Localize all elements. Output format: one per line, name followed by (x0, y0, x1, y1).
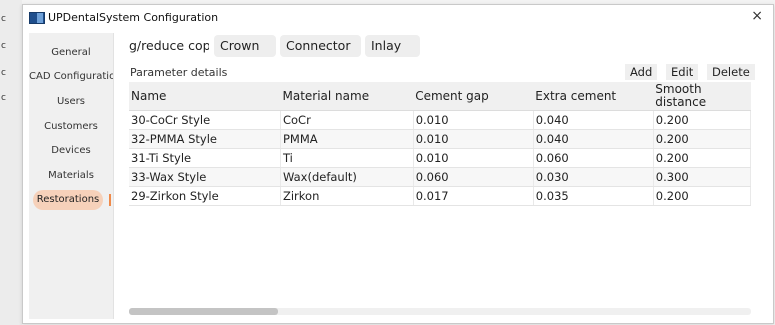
sidebar-item-materials[interactable]: Materials (29, 166, 113, 186)
cell-name: 29-Zirkon Style (129, 186, 281, 206)
title-bar[interactable]: UPDentalSystem Configuration × (23, 5, 773, 29)
table-row[interactable]: 31-Ti Style Ti 0.010 0.060 0.200 (129, 148, 752, 168)
cell-cement-gap: 0.017 (413, 186, 534, 206)
table-row[interactable]: 30-CoCr Style CoCr 0.010 0.040 0.200 (129, 110, 752, 130)
background-glyph: c (1, 93, 6, 103)
cell-name: 33-Wax Style (129, 167, 281, 187)
cell-material: CoCr (280, 110, 414, 130)
parameter-details-label: Parameter details (130, 66, 228, 79)
window-title: UPDentalSystem Configuration (48, 11, 219, 24)
sidebar-item-users[interactable]: Users (29, 92, 113, 112)
active-indicator (109, 194, 111, 206)
cell-extra-cement: 0.040 (533, 129, 654, 149)
tab-crown[interactable]: Crown (214, 35, 276, 57)
sidebar-item-label: CAD Configuratio (29, 71, 113, 82)
sidebar-item-label: General (51, 47, 91, 58)
scrollbar-thumb[interactable] (129, 308, 278, 315)
restoration-type-tabs: g/reduce coping pon Crown Connector Inla… (127, 35, 767, 59)
parameter-table: Name Material name Cement gap Extra ceme… (129, 82, 752, 206)
sidebar-item-label: Devices (51, 145, 91, 156)
cell-name: 31-Ti Style (129, 148, 281, 168)
sidebar-item-customers[interactable]: Customers (29, 117, 113, 137)
sidebar-item-label: Customers (44, 121, 98, 132)
cell-material: Zirkon (280, 186, 414, 206)
cell-cement-gap: 0.010 (413, 148, 534, 168)
background-glyph: c (1, 14, 6, 24)
table-row[interactable]: 33-Wax Style Wax(default) 0.060 0.030 0.… (129, 167, 752, 187)
cell-smooth-distance: 0.300 (653, 167, 752, 187)
add-button[interactable]: Add (625, 64, 658, 80)
cell-cement-gap: 0.060 (413, 167, 534, 187)
cell-extra-cement: 0.060 (533, 148, 654, 168)
table-row[interactable]: 32-PMMA Style PMMA 0.010 0.040 0.200 (129, 129, 752, 149)
app-icon (29, 12, 45, 24)
cell-name: 32-PMMA Style (129, 129, 281, 149)
cell-name: 30-CoCr Style (129, 110, 281, 130)
cell-material: Wax(default) (280, 167, 414, 187)
sidebar-item-cad-configuration[interactable]: CAD Configuratio (29, 67, 113, 87)
column-header-smooth-distance[interactable]: Smooth distance (653, 82, 751, 111)
cell-material: PMMA (280, 129, 414, 149)
sidebar-item-label: Materials (48, 170, 94, 181)
column-header-name[interactable]: Name (129, 82, 281, 111)
column-header-cement-gap[interactable]: Cement gap (413, 82, 534, 111)
close-button[interactable]: × (751, 8, 763, 24)
edit-button[interactable]: Edit (666, 64, 699, 80)
delete-button[interactable]: Delete (707, 64, 755, 80)
cell-cement-gap: 0.010 (413, 110, 534, 130)
table-header-row: Name Material name Cement gap Extra ceme… (129, 82, 751, 111)
column-header-extra-cement[interactable]: Extra cement (533, 82, 654, 111)
sidebar-item-general[interactable]: General (29, 43, 113, 63)
sidebar-item-restorations[interactable]: Restorations (33, 190, 103, 210)
cell-material: Ti (280, 148, 414, 168)
cell-smooth-distance: 0.200 (653, 186, 752, 206)
cell-cement-gap: 0.010 (413, 129, 534, 149)
background-glyph: c (1, 41, 6, 51)
background-glyph: c (1, 68, 6, 78)
sidebar-item-label: Restorations (36, 194, 100, 205)
sidebar-item-devices[interactable]: Devices (29, 141, 113, 161)
cell-extra-cement: 0.035 (533, 186, 654, 206)
table-row[interactable]: 29-Zirkon Style Zirkon 0.017 0.035 0.200 (129, 186, 752, 206)
background-window-edge: c c c c (0, 0, 22, 325)
tab-connector[interactable]: Connector (280, 35, 361, 57)
tab-inlay[interactable]: Inlay (365, 35, 420, 57)
cell-smooth-distance: 0.200 (653, 129, 752, 149)
tab-coping[interactable]: g/reduce coping pon (127, 35, 209, 57)
sidebar-item-label: Users (56, 96, 85, 107)
configuration-window: UPDentalSystem Configuration × General C… (22, 4, 774, 324)
settings-sidebar: General CAD Configuratio Users Customers… (29, 33, 114, 319)
cell-extra-cement: 0.040 (533, 110, 654, 130)
horizontal-scrollbar[interactable] (129, 308, 751, 315)
cell-extra-cement: 0.030 (533, 167, 654, 187)
cell-smooth-distance: 0.200 (653, 110, 752, 130)
cell-smooth-distance: 0.200 (653, 148, 752, 168)
column-header-material-name[interactable]: Material name (280, 82, 414, 111)
